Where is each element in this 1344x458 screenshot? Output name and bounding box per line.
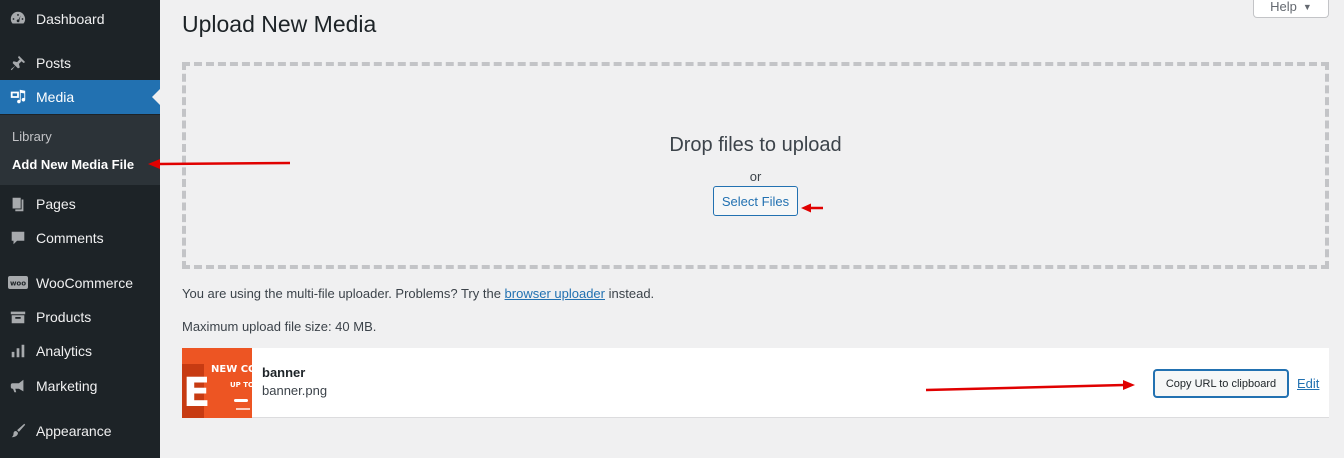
uploader-text-before: You are using the multi-file uploader. P… [182,286,501,301]
woocommerce-icon: woo [8,273,28,293]
media-icon [8,87,28,107]
media-filename: banner.png [262,383,328,398]
megaphone-icon [8,376,28,396]
sidebar-item-comments[interactable]: Comments [0,221,160,255]
copy-url-button[interactable]: Copy URL to clipboard [1154,370,1288,397]
sidebar-item-label: Products [36,309,92,325]
caret-down-icon: ▼ [1302,1,1312,12]
pages-icon [8,194,28,214]
products-icon [8,307,28,327]
paintbrush-icon [8,421,28,441]
sidebar-item-analytics[interactable]: Analytics [0,334,160,368]
submenu-item-add-new[interactable]: Add New Media File [12,157,134,172]
sidebar-item-woocommerce[interactable]: woo WooCommerce [0,266,160,300]
page-title: Upload New Media [182,11,377,37]
sidebar-item-media[interactable]: Media [0,80,160,114]
uploader-text-after: instead. [608,286,655,301]
admin-sidebar: Dashboard Posts Media Library Add New Me… [0,0,160,458]
dashboard-icon [8,9,28,29]
help-tab-button[interactable]: Help ▼ [1253,0,1329,18]
media-title: banner [262,365,306,380]
drop-zone-title: Drop files to upload [669,134,842,156]
help-label: Help [1270,0,1297,14]
sidebar-item-label: Posts [36,55,72,71]
uploader-notice: You are using the multi-file uploader. P… [182,286,654,301]
svg-text:woo: woo [10,280,26,288]
sidebar-item-label: Dashboard [36,11,105,27]
sidebar-item-label: Analytics [36,343,93,359]
media-thumbnail: E NEW CO UP TO 5 [182,348,252,418]
drop-zone[interactable]: Drop files to upload or Select Files [182,62,1329,269]
uploaded-media-item: E NEW CO UP TO 5 banner banner.png Copy … [182,348,1329,418]
select-files-button[interactable]: Select Files [713,186,798,216]
thumb-big-letter: E [183,370,210,416]
sidebar-item-label: WooCommerce [36,275,133,291]
sidebar-item-label: Marketing [36,378,98,394]
max-upload-size: Maximum upload file size: 40 MB. [182,319,377,334]
sidebar-item-dashboard[interactable]: Dashboard [0,2,160,36]
sidebar-item-posts[interactable]: Posts [0,46,160,80]
edit-link[interactable]: Edit [1297,376,1319,391]
sidebar-item-label: Appearance [36,423,112,439]
media-submenu: Library Add New Media File [0,115,160,185]
analytics-icon [8,341,28,361]
comment-icon [8,228,28,248]
drop-zone-or: or [749,169,762,184]
browser-uploader-link[interactable]: browser uploader [505,286,605,301]
sidebar-item-label: Comments [36,230,104,246]
sidebar-item-products[interactable]: Products [0,300,160,334]
sidebar-item-marketing[interactable]: Marketing [0,369,160,403]
thumb-line1: NEW CO [211,364,252,375]
sidebar-item-pages[interactable]: Pages [0,187,160,221]
sidebar-item-label: Media [36,89,75,105]
submenu-item-library[interactable]: Library [12,129,52,144]
thumb-line2: UP TO 5 [230,381,252,389]
active-menu-pointer [152,89,160,105]
sidebar-item-appearance[interactable]: Appearance [0,414,160,448]
pin-icon [8,53,28,73]
sidebar-item-label: Pages [36,196,76,212]
